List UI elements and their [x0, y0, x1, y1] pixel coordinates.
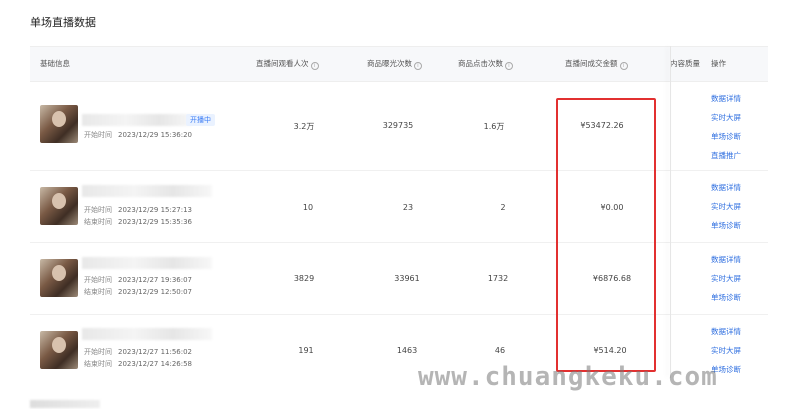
avatar	[40, 105, 78, 143]
start-time-label: 开始时间	[84, 348, 112, 356]
header-viewers[interactable]: 直播间观看人次 i	[256, 47, 319, 81]
header-basic-info-label: 基础信息	[40, 59, 70, 68]
start-time-value: 2023/12/27 11:56:02	[118, 348, 193, 356]
end-time-label: 结束时间	[84, 360, 112, 368]
viewers-value: 10	[302, 203, 314, 212]
row-actions: 数据详情 实时大屏 单场诊断	[711, 181, 741, 238]
exposures-value: 33961	[394, 274, 420, 283]
watermark: www.chuangkeku.com	[418, 362, 718, 392]
data-details-link[interactable]: 数据详情	[711, 92, 741, 111]
start-time-label: 开始时间	[84, 206, 112, 214]
data-details-link[interactable]: 数据详情	[711, 181, 741, 200]
header-viewers-label: 直播间观看人次	[256, 59, 309, 68]
start-time-value: 2023/12/29 15:36:20	[118, 131, 193, 139]
session-diagnosis-link[interactable]: 单场诊断	[711, 219, 741, 238]
end-time: 结束时间 2023/12/29 12:50:07	[84, 287, 192, 297]
end-time: 结束时间 2023/12/29 15:35:36	[84, 217, 192, 227]
live-promotion-link[interactable]: 直播推广	[711, 149, 741, 168]
start-time: 开始时间 2023/12/29 15:36:20	[84, 130, 192, 140]
header-basic-info: 基础信息	[40, 47, 70, 81]
fixed-column-divider	[670, 46, 671, 378]
header-gmv[interactable]: 直播间成交金额 i	[565, 47, 628, 81]
clicks-value: 1732	[487, 274, 509, 283]
info-circle-icon[interactable]: i	[414, 62, 422, 70]
end-time-label: 结束时间	[84, 288, 112, 296]
start-time: 开始时间 2023/12/29 15:27:13	[84, 205, 192, 215]
live-title-redacted	[82, 114, 192, 126]
gmv-highlight-box	[556, 98, 656, 372]
start-time-label: 开始时间	[84, 276, 112, 284]
info-circle-icon[interactable]: i	[619, 62, 628, 70]
live-sessions-table: 基础信息 直播间观看人次 i 商品曝光次数 i 商品点击次数 i 直播间成交金额 i 内…	[30, 46, 768, 379]
session-diagnosis-link[interactable]: 单场诊断	[711, 130, 741, 149]
session-diagnosis-link[interactable]: 单场诊断	[711, 291, 741, 310]
header-actions: 操作	[711, 47, 726, 81]
avatar	[40, 187, 78, 225]
exposures-value: 23	[402, 203, 414, 212]
header-exposures-label: 商品曝光次数	[367, 59, 412, 68]
data-details-link[interactable]: 数据详情	[711, 325, 741, 344]
clicks-value: 46	[494, 346, 506, 355]
status-badge: 开播中	[186, 114, 215, 126]
table-row: 开始时间 2023/12/27 19:36:07 结束时间 2023/12/29 1…	[30, 243, 768, 315]
row-actions: 数据详情 实时大屏 单场诊断	[711, 253, 741, 310]
live-title-redacted	[82, 185, 212, 197]
clicks-value: 1.6万	[483, 122, 505, 131]
live-title-redacted	[82, 257, 212, 269]
header-actions-label: 操作	[711, 59, 726, 68]
header-exposures[interactable]: 商品曝光次数 i	[367, 47, 422, 81]
header-content-quality: 内容质量	[670, 47, 700, 81]
end-time: 结束时间 2023/12/27 14:26:58	[84, 359, 192, 369]
end-time-value: 2023/12/29 12:50:07	[118, 288, 193, 296]
info-circle-icon[interactable]: i	[505, 62, 513, 70]
start-time: 开始时间 2023/12/27 11:56:02	[84, 347, 192, 357]
viewers-value: 191	[298, 346, 314, 355]
page-title: 单场直播数据	[30, 16, 96, 29]
start-time: 开始时间 2023/12/27 19:36:07	[84, 275, 192, 285]
viewers-value: 3.2万	[293, 122, 315, 131]
clicks-value: 2	[500, 203, 506, 212]
next-section-title-redacted	[30, 400, 100, 408]
table-row: 开始时间 2023/12/29 15:27:13 结束时间 2023/12/29 1…	[30, 171, 768, 243]
live-title-redacted	[82, 328, 212, 340]
header-clicks[interactable]: 商品点击次数 i	[458, 47, 513, 81]
realtime-screen-link[interactable]: 实时大屏	[711, 272, 741, 291]
avatar	[40, 331, 78, 369]
table-row: 开播中 开始时间 2023/12/29 15:36:20 3.2万 329735 …	[30, 82, 768, 171]
realtime-screen-link[interactable]: 实时大屏	[711, 111, 741, 130]
header-gmv-label: 直播间成交金额	[565, 59, 618, 68]
start-time-value: 2023/12/27 19:36:07	[118, 276, 193, 284]
info-circle-icon[interactable]: i	[310, 62, 319, 70]
exposures-value: 329735	[382, 121, 414, 130]
exposures-value: 1463	[396, 346, 418, 355]
end-time-label: 结束时间	[84, 218, 112, 226]
table-header: 基础信息 直播间观看人次 i 商品曝光次数 i 商品点击次数 i 直播间成交金额 i 内…	[30, 47, 768, 82]
header-clicks-label: 商品点击次数	[458, 59, 503, 68]
row-actions: 数据详情 实时大屏 单场诊断 直播推广	[711, 92, 741, 168]
viewers-value: 3829	[293, 274, 315, 283]
realtime-screen-link[interactable]: 实时大屏	[711, 344, 741, 363]
realtime-screen-link[interactable]: 实时大屏	[711, 200, 741, 219]
start-time-value: 2023/12/29 15:27:13	[118, 206, 193, 214]
data-details-link[interactable]: 数据详情	[711, 253, 741, 272]
start-time-label: 开始时间	[84, 131, 112, 139]
header-content-quality-label: 内容质量	[670, 59, 700, 68]
end-time-value: 2023/12/27 14:26:58	[118, 360, 193, 368]
avatar	[40, 259, 78, 297]
end-time-value: 2023/12/29 15:35:36	[118, 218, 193, 226]
